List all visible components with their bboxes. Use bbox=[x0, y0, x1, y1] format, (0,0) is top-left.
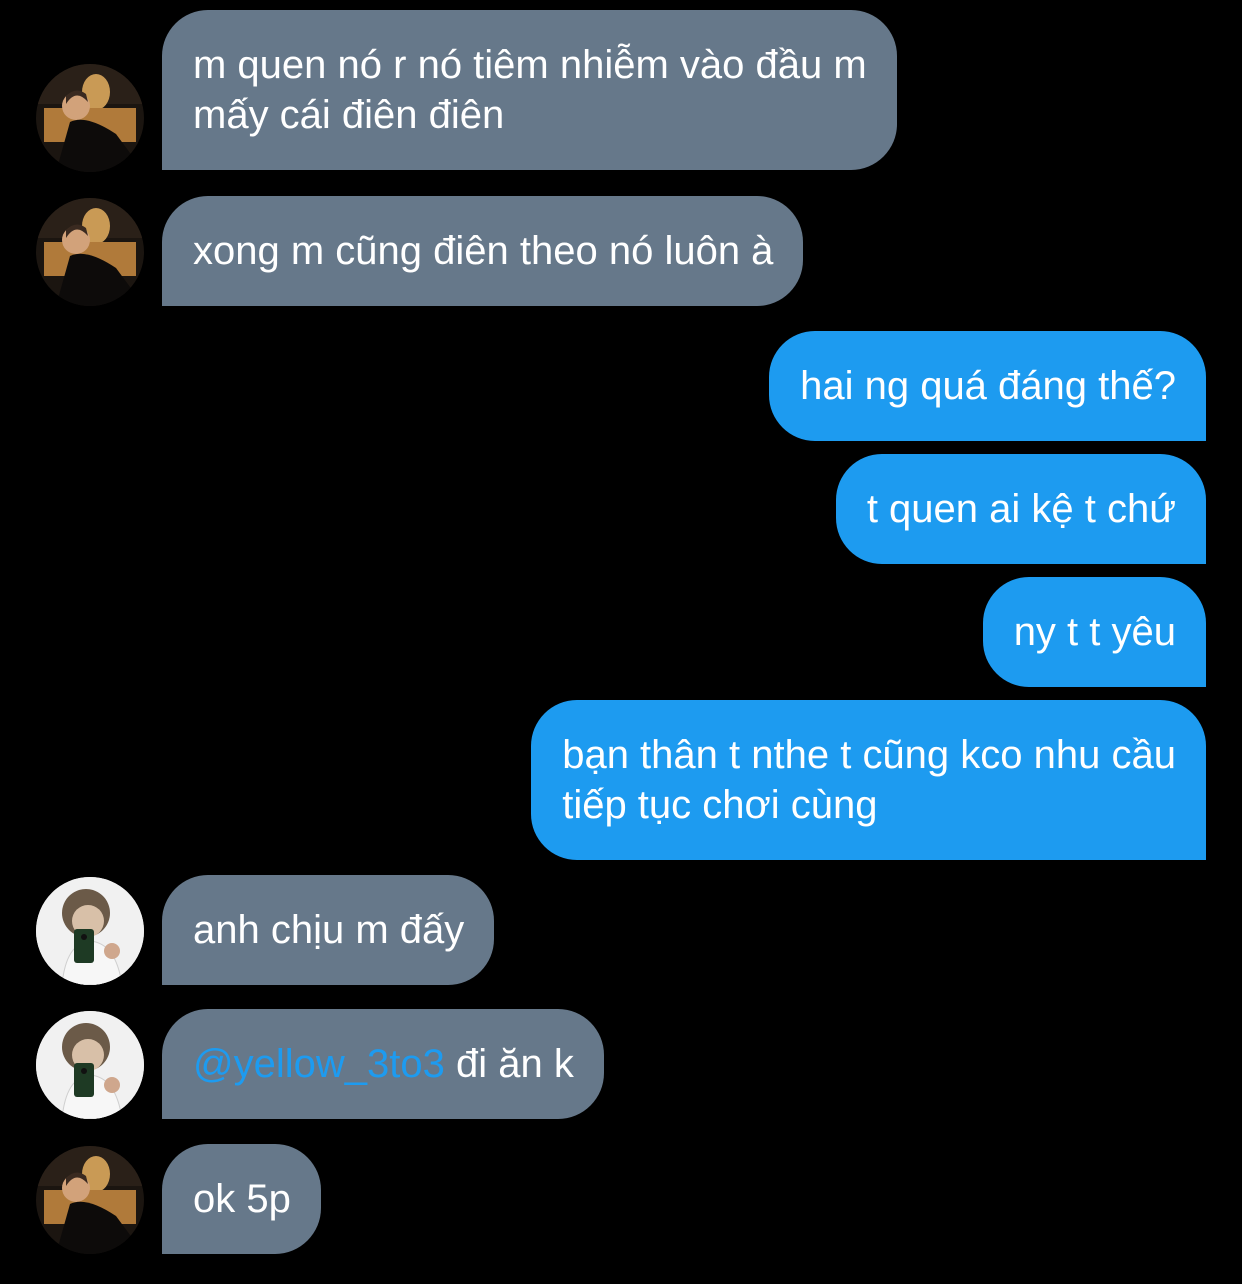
incoming-message-bubble[interactable]: m quen nó r nó tiêm nhiễm vào đầu m mấy … bbox=[162, 10, 897, 170]
message-text: đi ăn k bbox=[444, 1042, 574, 1086]
incoming-message-bubble[interactable]: xong m cũng điên theo nó luôn à bbox=[162, 196, 804, 306]
sender-avatar[interactable] bbox=[36, 64, 144, 172]
message-text-line: tiếp tục chơi cùng bbox=[562, 783, 878, 827]
outgoing-message-bubble[interactable]: ny t t yêu bbox=[982, 577, 1206, 687]
avatar-image bbox=[36, 1146, 144, 1254]
incoming-message-bubble[interactable]: @yellow_3to3 đi ăn k bbox=[162, 1009, 604, 1119]
sender-avatar[interactable] bbox=[36, 1011, 144, 1119]
message-text-line: mấy cái điên điên bbox=[193, 93, 505, 137]
message-text-line: t quen ai kệ t chứ bbox=[866, 487, 1176, 531]
avatar-image bbox=[36, 198, 144, 306]
outgoing-message-bubble[interactable]: bạn thân t nthe t cũng kco nhu cầu tiếp … bbox=[531, 700, 1206, 860]
message-text-line: ok 5p bbox=[193, 1177, 291, 1221]
avatar-image bbox=[36, 877, 144, 985]
message-text-line: anh chịu m đấy bbox=[193, 908, 465, 952]
avatar-image bbox=[36, 64, 144, 172]
message-text-line: hai ng quá đáng thế? bbox=[800, 364, 1176, 408]
outgoing-message-bubble[interactable]: hai ng quá đáng thế? bbox=[769, 331, 1206, 441]
avatar-image bbox=[36, 1011, 144, 1119]
message-text-line: bạn thân t nthe t cũng kco nhu cầu bbox=[562, 733, 1176, 777]
incoming-message-bubble[interactable]: ok 5p bbox=[162, 1144, 321, 1254]
message-text-line: m quen nó r nó tiêm nhiễm vào đầu m bbox=[193, 43, 867, 87]
sender-avatar[interactable] bbox=[36, 198, 144, 306]
outgoing-message-bubble[interactable]: t quen ai kệ t chứ bbox=[835, 454, 1206, 564]
incoming-message-bubble[interactable]: anh chịu m đấy bbox=[162, 875, 495, 985]
message-text-line: xong m cũng điên theo nó luôn à bbox=[193, 229, 774, 273]
user-mention-link[interactable]: @yellow_3to3 bbox=[193, 1042, 445, 1086]
message-text-line: ny t t yêu bbox=[1013, 610, 1176, 654]
sender-avatar[interactable] bbox=[36, 1146, 144, 1254]
sender-avatar[interactable] bbox=[36, 877, 144, 985]
